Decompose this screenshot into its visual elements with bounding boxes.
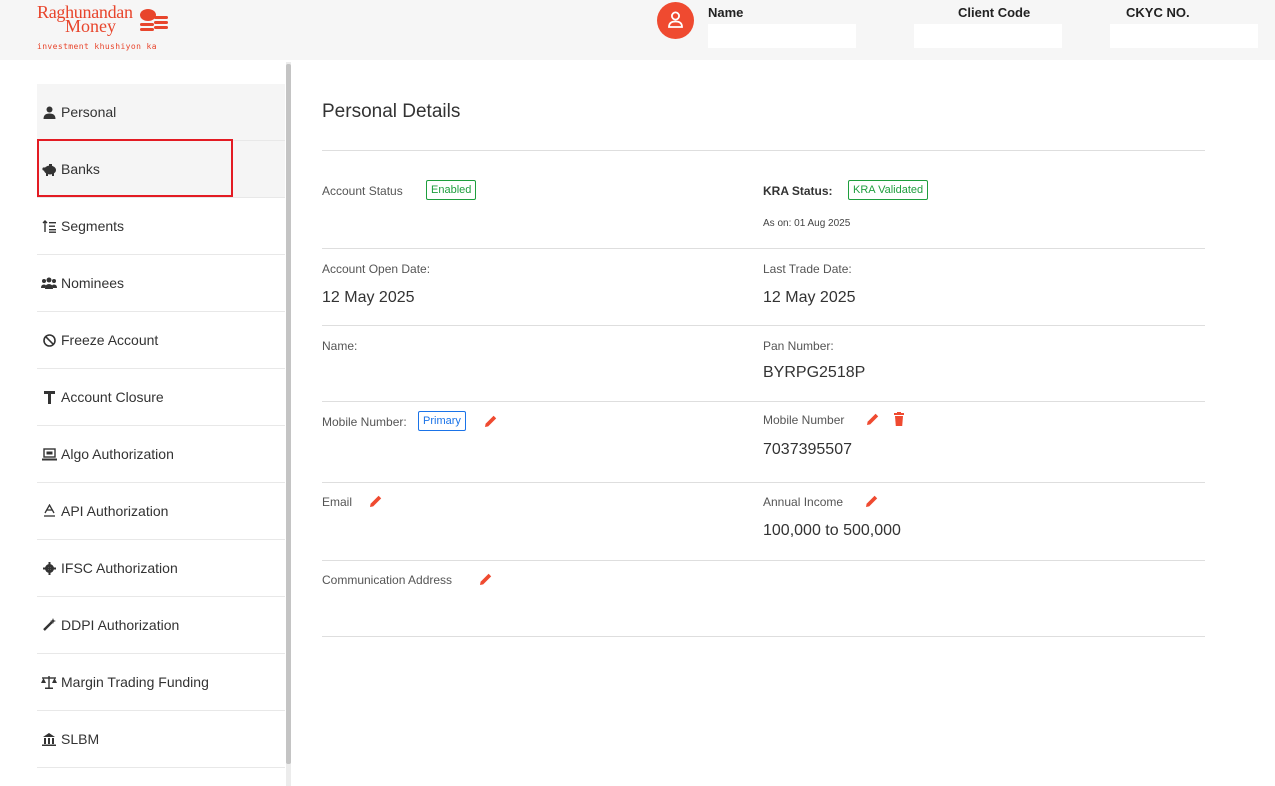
- account-open-date-value: 12 May 2025: [322, 289, 415, 306]
- client-code-value-box: [914, 24, 1062, 48]
- sidebar-item-algo-authorization[interactable]: Algo Authorization: [37, 426, 285, 483]
- divider: [322, 150, 1205, 151]
- ckyc-header-label: CKYC NO.: [1126, 5, 1190, 20]
- kra-status-label: KRA Status:: [763, 184, 833, 198]
- mobile-number-label: Mobile Number:: [322, 415, 407, 429]
- building-icon: [41, 731, 57, 747]
- sidebar-item-label: Personal: [61, 104, 117, 120]
- edit-email-pencil-icon[interactable]: [369, 494, 383, 508]
- brand-logo[interactable]: Raghunandan Money investment khushiyon k…: [37, 2, 177, 56]
- sidebar-item-label: Account Closure: [61, 389, 164, 405]
- divider: [322, 401, 1205, 402]
- sidebar-item-margin-trading-funding[interactable]: Margin Trading Funding: [37, 654, 285, 711]
- wand-icon: [41, 617, 57, 633]
- sidebar-item-label: SLBM: [61, 731, 100, 747]
- mobile-number-secondary-value: 7037395507: [763, 441, 852, 458]
- ckyc-value-box: [1110, 24, 1258, 48]
- sort-icon: [41, 218, 57, 234]
- annual-income-value: 100,000 to 500,000: [763, 522, 901, 539]
- edit-address-pencil-icon[interactable]: [479, 572, 493, 586]
- mobile-number-secondary-label: Mobile Number: [763, 413, 845, 427]
- sidebar-item-label: Freeze Account: [61, 332, 159, 348]
- kra-as-on-date: As on: 01 Aug 2025: [763, 218, 851, 229]
- sidebar-item-label: IFSC Authorization: [61, 560, 178, 576]
- gear-icon: [41, 560, 57, 576]
- email-label: Email: [322, 495, 353, 509]
- divider: [322, 636, 1205, 637]
- sidebar-item-freeze-account[interactable]: Freeze Account: [37, 312, 285, 369]
- sidebar-item-label: Algo Authorization: [61, 446, 174, 462]
- client-code-header-label: Client Code: [958, 5, 1031, 20]
- sidebar-item-label: DDPI Authorization: [61, 617, 180, 633]
- last-trade-date-label: Last Trade Date:: [763, 262, 852, 276]
- scale-icon: [41, 674, 57, 690]
- users-icon: [41, 275, 57, 291]
- account-status-label: Account Status: [322, 184, 403, 198]
- pan-number-value: BYRPG2518P: [763, 364, 866, 381]
- edit-mobile-secondary-pencil-icon[interactable]: [866, 412, 880, 426]
- divider: [322, 560, 1205, 561]
- divider: [322, 248, 1205, 249]
- edit-mobile-pencil-icon[interactable]: [484, 414, 498, 428]
- account-status-badge: Enabled: [426, 180, 477, 200]
- sidebar-item-ifsc-authorization[interactable]: IFSC Authorization: [37, 540, 285, 597]
- logo-text-line2: Money: [65, 16, 116, 36]
- communication-address-label: Communication Address: [322, 573, 453, 587]
- name-value-box: [708, 24, 856, 48]
- laptop-code-icon: [41, 446, 57, 462]
- sidebar-item-api-authorization[interactable]: API Authorization: [37, 483, 285, 540]
- edit-annual-income-pencil-icon[interactable]: [865, 494, 879, 508]
- name-label: Name:: [322, 339, 358, 353]
- sidebar-item-ddpi-authorization[interactable]: DDPI Authorization: [37, 597, 285, 654]
- user-outline-icon: [668, 11, 683, 28]
- coins-logo-icon: [140, 9, 168, 31]
- account-open-date-label: Account Open Date:: [322, 262, 431, 276]
- ban-icon: [41, 332, 57, 348]
- pan-number-label: Pan Number:: [763, 339, 834, 353]
- divider: [322, 482, 1205, 483]
- sidebar-item-personal[interactable]: Personal: [37, 84, 285, 141]
- sidebar-item-label: API Authorization: [61, 503, 169, 519]
- sidebar-item-label: Margin Trading Funding: [61, 674, 209, 690]
- sidebar-item-segments[interactable]: Segments: [37, 198, 285, 255]
- banks-highlight-box: [37, 139, 233, 197]
- last-trade-date-value: 12 May 2025: [763, 289, 856, 306]
- top-header: Raghunandan Money investment khushiyon k…: [0, 0, 1275, 60]
- avatar[interactable]: [657, 2, 694, 39]
- sidebar-item-slbm[interactable]: SLBM: [37, 711, 285, 768]
- page-title: Personal Details: [322, 101, 461, 122]
- annual-income-label: Annual Income: [763, 495, 844, 509]
- sidebar-item-label: Segments: [61, 218, 125, 234]
- name-header-label: Name: [708, 5, 744, 20]
- delete-mobile-trash-icon[interactable]: [892, 412, 906, 426]
- text-icon: [41, 503, 57, 519]
- sidebar-item-label: Nominees: [61, 275, 125, 291]
- divider: [322, 325, 1205, 326]
- kra-status-badge: KRA Validated: [848, 180, 929, 200]
- user-icon: [41, 104, 57, 120]
- person-dolly-icon: [41, 389, 57, 405]
- primary-badge: Primary: [418, 411, 466, 431]
- logo-tagline: investment khushiyon ka: [37, 42, 157, 51]
- sidebar-item-account-closure[interactable]: Account Closure: [37, 369, 285, 426]
- sidebar-item-nominees[interactable]: Nominees: [37, 255, 285, 312]
- sidebar-scrollbar-thumb[interactable]: [286, 64, 291, 764]
